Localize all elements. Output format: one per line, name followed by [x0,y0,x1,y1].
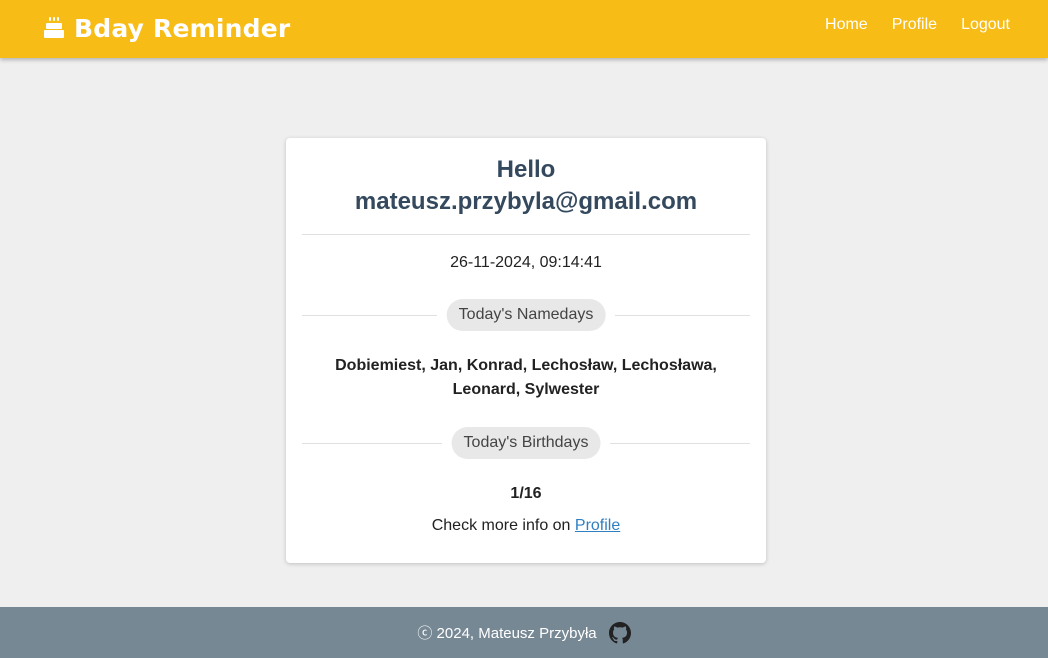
namedays-line-1: Dobiemiest, Jan, Konrad, Lechosław, Lech… [335,357,717,374]
brand-title: Bday Reminder [74,13,291,43]
top-navbar: Bday Reminder Home Profile Logout [0,0,1048,58]
divider-line-left [302,315,437,316]
divider-line-right [610,443,750,444]
namedays-list: Dobiemiest, Jan, Konrad, Lechosław, Lech… [316,354,736,402]
nav-logout-link[interactable]: Logout [961,16,1010,34]
birthdays-count: 1/16 [510,485,542,502]
birthdays-divider: Today's Birthdays [302,427,750,459]
namedays-divider: Today's Namedays [302,299,750,331]
divider-line-left [302,443,442,444]
divider-line-right [615,315,750,316]
cake-icon [44,17,64,38]
nav-home-link[interactable]: Home [825,16,868,34]
dashboard-card: Hello mateusz.przybyla@gmail.com 26-11-2… [286,138,766,563]
birthdays-chip: Today's Birthdays [451,427,601,459]
nav-profile-link[interactable]: Profile [892,16,937,34]
more-info-prefix: Check more info on [431,517,575,534]
namedays-line-2: Leonard, Sylwester [452,381,600,398]
nav-links: Home Profile Logout [801,16,1010,34]
current-datetime: 26-11-2024, 09:14:41 [450,254,602,271]
brand-link[interactable]: Bday Reminder [44,10,290,46]
greeting-heading: Hello mateusz.przybyla@gmail.com [286,154,766,218]
profile-link[interactable]: Profile [575,517,620,534]
more-info-text: Check more info on Profile [286,517,766,535]
footer-copyright: ⓒ 2024, Mateusz Przybyła [417,625,597,642]
footer: ⓒ 2024, Mateusz Przybyła [0,607,1048,658]
namedays-chip: Today's Namedays [446,299,606,331]
greeting-email: mateusz.przybyla@gmail.com [354,188,698,215]
greeting-hello: Hello [496,156,556,183]
header-divider [302,234,750,235]
github-icon[interactable] [608,621,631,644]
